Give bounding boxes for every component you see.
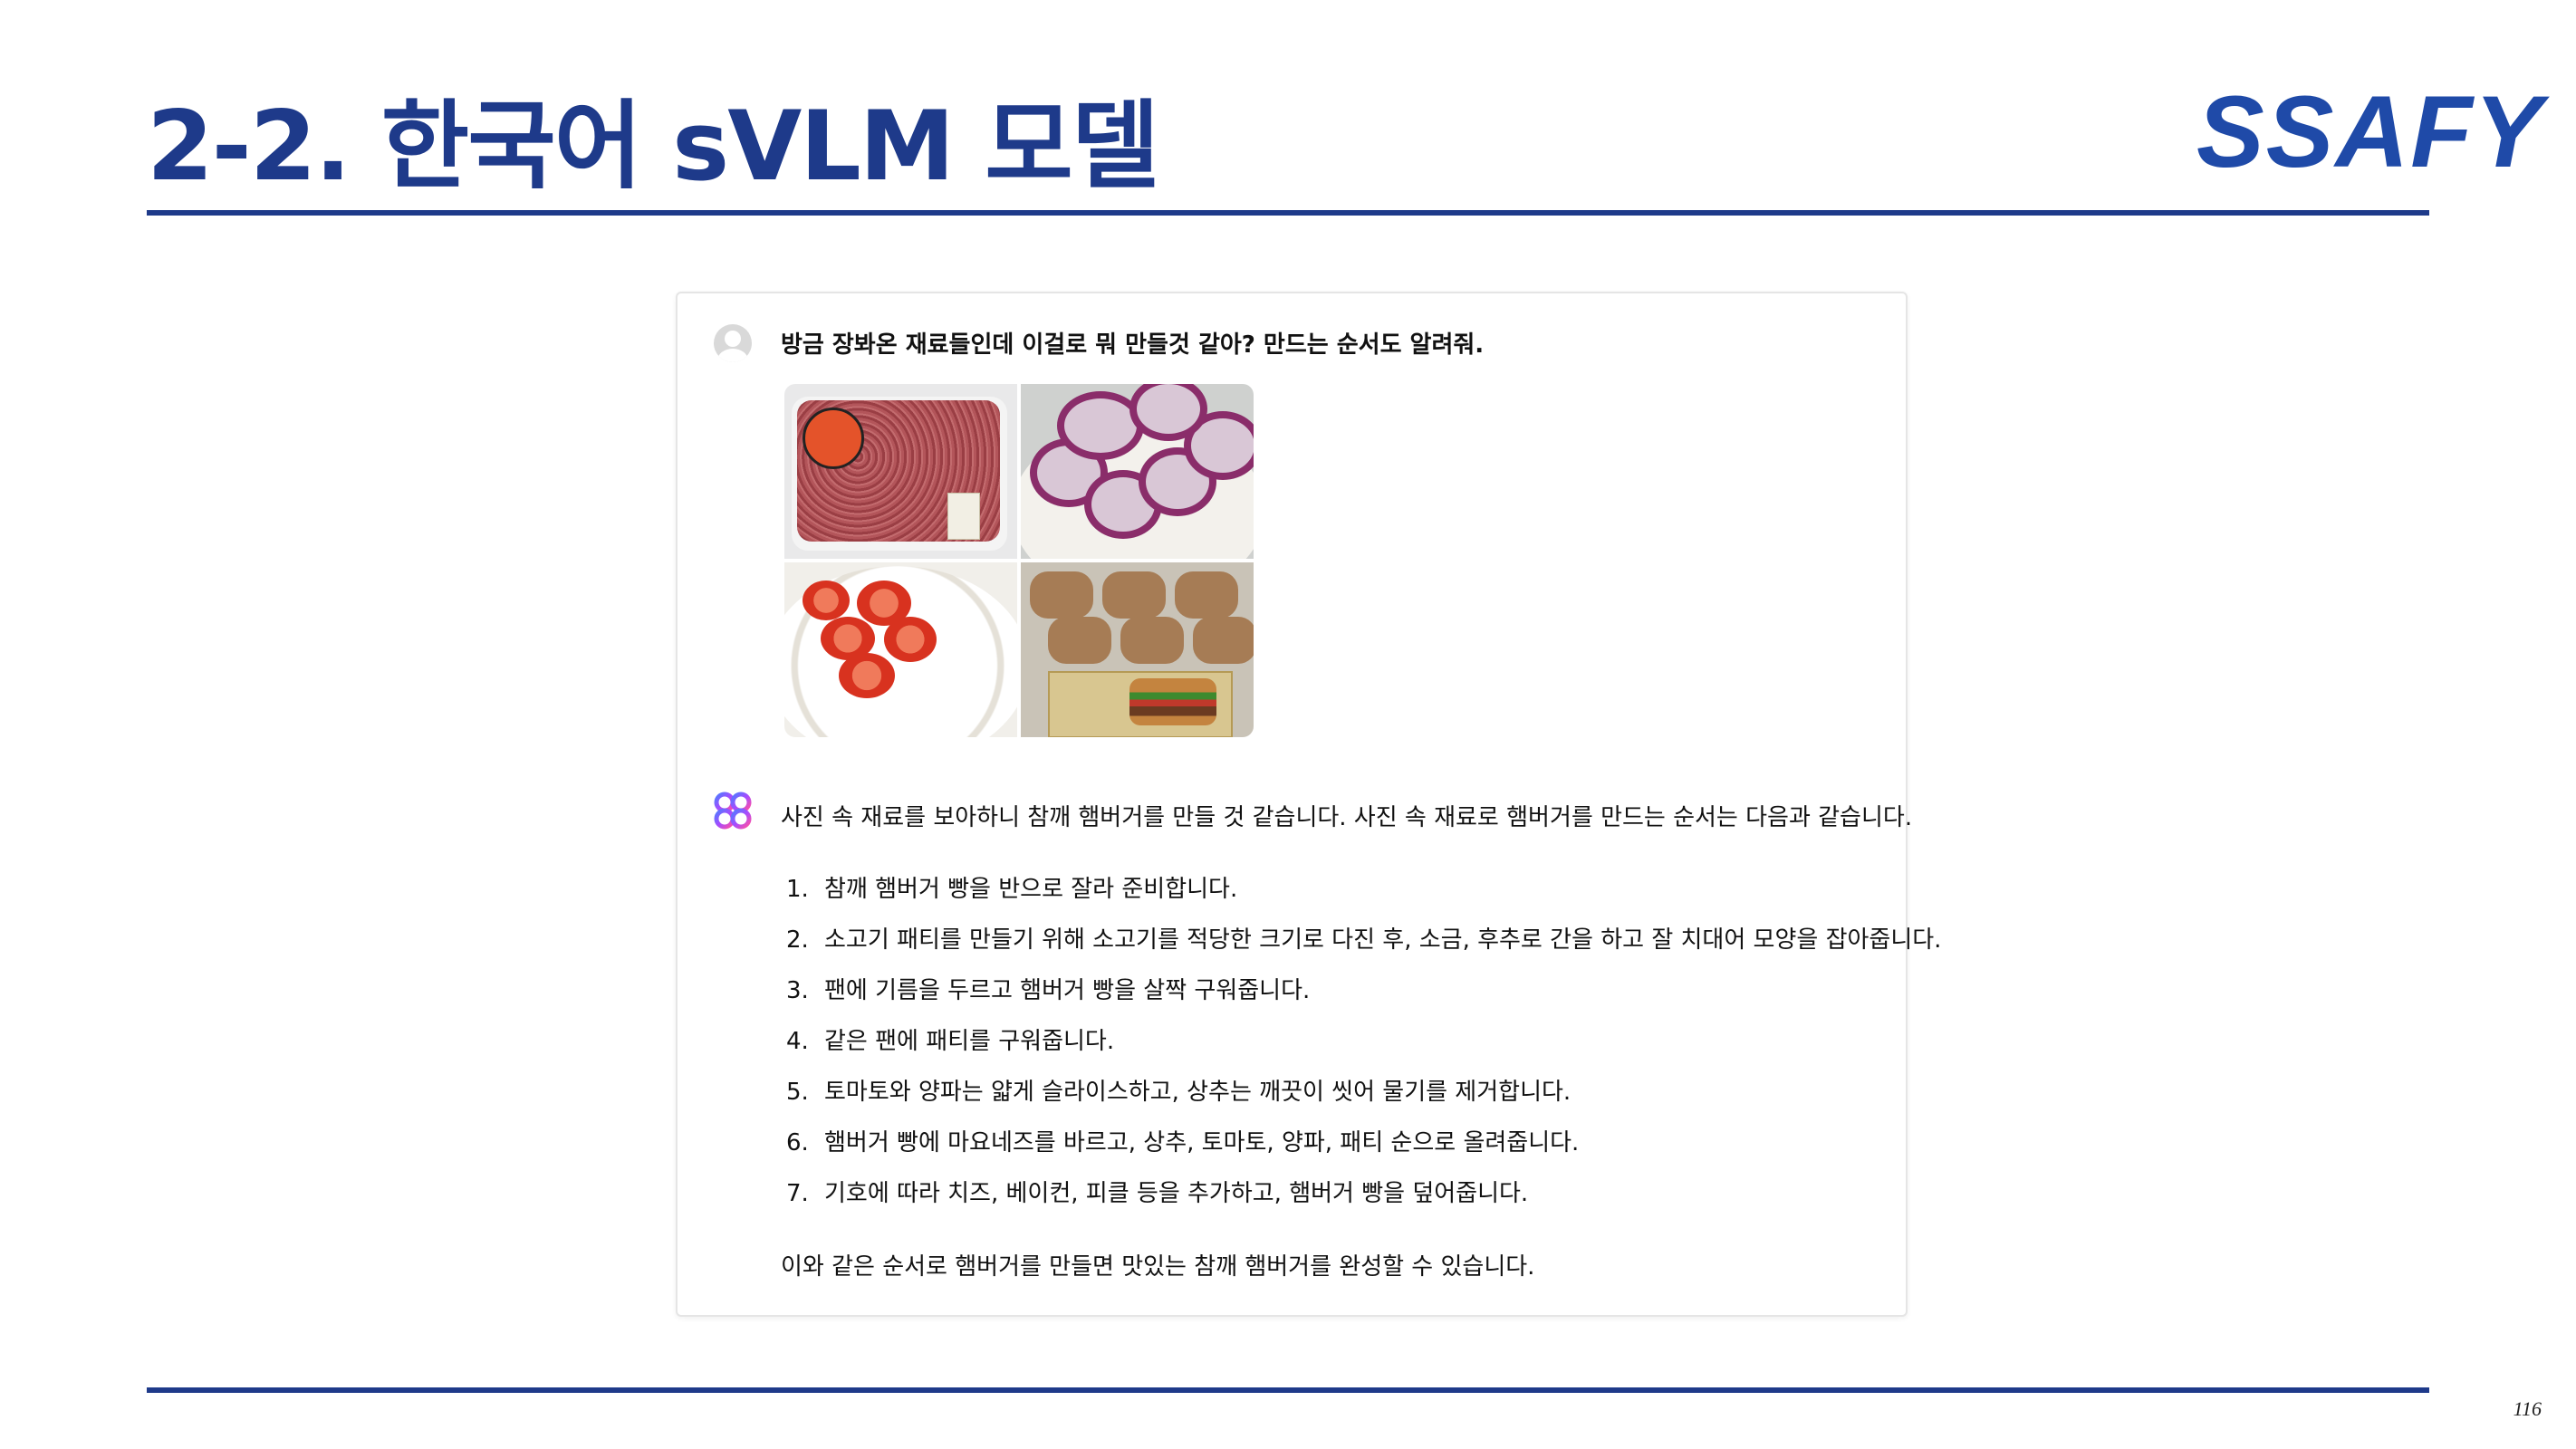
step-text: 토마토와 양파는 얇게 슬라이스하고, 상추는 깨끗이 씻어 물기를 제거합니다…: [824, 1079, 1572, 1106]
list-item: 4. 같은 팬에 패티를 구워줍니다.: [786, 1016, 1941, 1067]
slide-title: 2-2. 한국어 sVLM 모델: [147, 91, 1159, 202]
list-item: 6. 햄버거 빵에 마요네즈를 바르고, 상추, 토마토, 양파, 패티 순으로 …: [786, 1118, 1941, 1168]
step-text: 소고기 패티를 만들기 위해 소고기를 적당한 크기로 다진 후, 소금, 후추…: [824, 926, 1942, 954]
assistant-intro: 사진 속 재료를 보아하니 참깨 햄버거를 만들 것 같습니다. 사진 속 재료…: [781, 804, 1913, 831]
tomato-photo: [784, 562, 1017, 737]
list-item: 7. 기호에 따라 치즈, 베이컨, 피클 등을 추가하고, 햄버거 빵을 덮어줍…: [786, 1168, 1941, 1219]
user-avatar-icon: [714, 324, 752, 362]
list-item: 3. 팬에 기름을 두르고 햄버거 빵을 살짝 구워줍니다.: [786, 965, 1941, 1016]
step-text: 기호에 따라 치즈, 베이컨, 피클 등을 추가하고, 햄버거 빵을 덮어줍니다…: [824, 1180, 1529, 1207]
list-item: 2. 소고기 패티를 만들기 위해 소고기를 적당한 크기로 다진 후, 소금, …: [786, 915, 1941, 965]
step-text: 팬에 기름을 두르고 햄버거 빵을 살짝 구워줍니다.: [824, 977, 1311, 1004]
step-text: 같은 팬에 패티를 구워줍니다.: [824, 1028, 1115, 1055]
recipe-steps: 1. 참깨 햄버거 빵을 반으로 잘라 준비합니다. 2. 소고기 패티를 만들기 …: [786, 864, 1941, 1219]
step-number: 2.: [786, 926, 809, 954]
ssafy-logo: SSAFY: [2196, 75, 2544, 188]
ground-beef-photo: [784, 384, 1017, 559]
list-item: 5. 토마토와 양파는 얇게 슬라이스하고, 상추는 깨끗이 씻어 물기를 제거합…: [786, 1067, 1941, 1118]
page-number: 116: [2513, 1397, 2542, 1420]
title-divider: [147, 210, 2429, 216]
step-number: 7.: [786, 1180, 809, 1207]
step-text: 햄버거 빵에 마요네즈를 바르고, 상추, 토마토, 양파, 패티 순으로 올려…: [824, 1129, 1580, 1156]
step-text: 참깨 햄버거 빵을 반으로 잘라 준비합니다.: [824, 876, 1238, 903]
burger-buns-photo: [1021, 562, 1254, 737]
user-message: 방금 장봐온 재료들인데 이걸로 뭐 만들것 같아? 만드는 순서도 알려줘.: [781, 331, 1485, 359]
chat-card: 방금 장봐온 재료들인데 이걸로 뭐 만들것 같아? 만드는 순서도 알려줘.: [676, 292, 1941, 1317]
step-number: 5.: [786, 1079, 809, 1106]
red-onion-photo: [1021, 384, 1254, 559]
assistant-closing: 이와 같은 순서로 햄버거를 만들면 맛있는 참깨 햄버거를 완성할 수 있습니…: [781, 1253, 1535, 1281]
step-number: 3.: [786, 977, 809, 1004]
assistant-logo-icon: [714, 792, 752, 830]
step-number: 4.: [786, 1028, 809, 1055]
step-number: 1.: [786, 876, 809, 903]
step-number: 6.: [786, 1129, 809, 1156]
ingredient-photo-grid: [784, 384, 1254, 737]
list-item: 1. 참깨 햄버거 빵을 반으로 잘라 준비합니다.: [786, 864, 1941, 915]
footer-divider: [147, 1387, 2429, 1393]
